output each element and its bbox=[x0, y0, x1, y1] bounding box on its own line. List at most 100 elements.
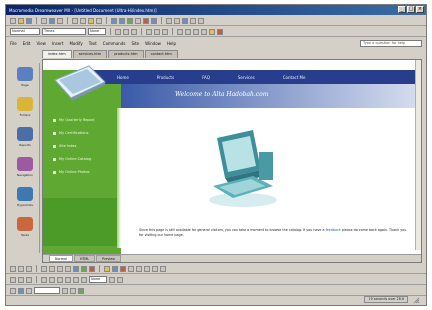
effect-icon[interactable] bbox=[26, 287, 32, 294]
menu-file[interactable]: File bbox=[10, 41, 17, 46]
on-icon[interactable] bbox=[10, 287, 16, 294]
insert-picture-from-file-icon[interactable] bbox=[10, 276, 16, 283]
view-button-folders[interactable]: Folders bbox=[14, 97, 36, 127]
minimize-button[interactable]: _ bbox=[398, 6, 406, 13]
folder-list-icon[interactable] bbox=[182, 17, 188, 24]
restore-icon[interactable] bbox=[109, 276, 115, 283]
clipart-icon[interactable] bbox=[89, 265, 95, 272]
refresh-icon[interactable] bbox=[166, 17, 172, 24]
font-select[interactable]: Times bbox=[42, 28, 86, 35]
view-button-page[interactable]: Page bbox=[14, 67, 36, 97]
site-nav-services[interactable]: Services bbox=[224, 75, 269, 80]
document-scrollbar[interactable] bbox=[415, 60, 421, 250]
site-nav-contact[interactable]: Contact Me bbox=[269, 75, 320, 80]
line-color-icon[interactable] bbox=[112, 265, 118, 272]
settings-icon[interactable] bbox=[62, 287, 68, 294]
menu-window[interactable]: Window bbox=[145, 41, 161, 46]
doc-tab[interactable]: services.htm bbox=[72, 50, 108, 58]
menu-help[interactable]: Help bbox=[167, 41, 176, 46]
close-button[interactable]: × bbox=[416, 6, 424, 13]
view-tab-html[interactable]: HTML bbox=[73, 255, 96, 262]
doc-tab[interactable]: products.htm bbox=[108, 50, 144, 58]
textbox-icon[interactable] bbox=[73, 265, 79, 272]
site-menu-item[interactable]: My Certifications bbox=[53, 129, 94, 137]
menu-text[interactable]: Text bbox=[89, 41, 97, 46]
increase-indent-icon[interactable] bbox=[201, 28, 207, 35]
view-button-tasks[interactable]: Tasks bbox=[14, 217, 36, 247]
fill-color-icon[interactable] bbox=[104, 265, 110, 272]
document-canvas[interactable]: Home Products FAQ Services Contact Me We… bbox=[42, 59, 422, 263]
draw-icon[interactable] bbox=[10, 265, 16, 272]
format-painter-icon[interactable] bbox=[96, 17, 102, 24]
open-icon[interactable] bbox=[18, 17, 24, 24]
bullets-icon[interactable] bbox=[185, 28, 191, 35]
insert-table-icon[interactable] bbox=[135, 17, 141, 24]
feedback-link[interactable]: feedback bbox=[326, 228, 341, 232]
hotspot-icon[interactable] bbox=[117, 276, 123, 283]
maximize-button[interactable]: □ bbox=[407, 6, 415, 13]
size-select[interactable]: None bbox=[88, 28, 106, 35]
flip-icon[interactable] bbox=[57, 276, 63, 283]
wordart-icon[interactable] bbox=[81, 265, 87, 272]
line-style-icon[interactable] bbox=[128, 265, 134, 272]
copy-icon[interactable] bbox=[80, 17, 86, 24]
doc-tab[interactable]: contact.htm bbox=[144, 50, 178, 58]
italic-icon[interactable] bbox=[123, 28, 129, 35]
paste-icon[interactable] bbox=[88, 17, 94, 24]
new-icon[interactable] bbox=[10, 17, 16, 24]
view-button-hyperlinks[interactable]: Hyperlinks bbox=[14, 187, 36, 217]
arrow-icon[interactable] bbox=[49, 265, 55, 272]
text-on-picture-icon[interactable] bbox=[18, 276, 24, 283]
crop-icon[interactable] bbox=[81, 276, 87, 283]
view-button-reports[interactable]: Reports bbox=[14, 127, 36, 157]
site-nav-products[interactable]: Products bbox=[143, 75, 188, 80]
menu-site[interactable]: Site bbox=[131, 41, 139, 46]
redo-icon[interactable] bbox=[119, 17, 125, 24]
show-all-icon[interactable] bbox=[190, 17, 196, 24]
site-menu-item[interactable]: My Online Catalog bbox=[53, 155, 94, 163]
arrow-style-icon[interactable] bbox=[144, 265, 150, 272]
view-tab-preview[interactable]: Preview bbox=[96, 255, 121, 262]
spell-check-icon[interactable] bbox=[57, 17, 63, 24]
decrease-indent-icon[interactable] bbox=[193, 28, 199, 35]
effect-select[interactable] bbox=[34, 287, 60, 294]
less-contrast-icon[interactable] bbox=[73, 276, 79, 283]
zoom-select[interactable]: None bbox=[89, 276, 107, 283]
apply-icon[interactable] bbox=[18, 287, 24, 294]
rectangle-icon[interactable] bbox=[57, 265, 63, 272]
dash-style-icon[interactable] bbox=[136, 265, 142, 272]
site-menu-item[interactable]: Site Index bbox=[53, 142, 94, 150]
oval-icon[interactable] bbox=[65, 265, 71, 272]
cut-icon[interactable] bbox=[72, 17, 78, 24]
print-icon[interactable] bbox=[41, 17, 47, 24]
menu-insert[interactable]: Insert bbox=[52, 41, 63, 46]
undo-icon[interactable] bbox=[111, 17, 117, 24]
autoshapes-icon[interactable] bbox=[26, 265, 32, 272]
style-select[interactable]: Normal bbox=[10, 28, 40, 35]
bold-icon[interactable] bbox=[115, 28, 121, 35]
line-icon[interactable] bbox=[41, 265, 47, 272]
rotate-left-icon[interactable] bbox=[41, 276, 47, 283]
align-left-icon[interactable] bbox=[146, 28, 152, 35]
align-center-icon[interactable] bbox=[154, 28, 160, 35]
resize-grip-icon[interactable] bbox=[412, 296, 420, 304]
preview-icon[interactable] bbox=[49, 17, 55, 24]
stop-icon[interactable] bbox=[174, 17, 180, 24]
doc-tab[interactable]: index.htm bbox=[42, 50, 72, 58]
site-menu-item[interactable]: My Online Photos bbox=[53, 168, 94, 176]
insert-picture-icon[interactable] bbox=[143, 17, 149, 24]
site-menu-item[interactable]: My Quarterly Report bbox=[53, 116, 94, 124]
menu-view[interactable]: View bbox=[36, 41, 46, 46]
menu-commands[interactable]: Commands bbox=[103, 41, 126, 46]
menu-modify[interactable]: Modify bbox=[69, 41, 82, 46]
underline-icon[interactable] bbox=[131, 28, 137, 35]
remove-effect-icon[interactable] bbox=[70, 287, 76, 294]
highlight-effects-icon[interactable] bbox=[78, 287, 84, 294]
3d-icon[interactable] bbox=[160, 265, 166, 272]
numbering-icon[interactable] bbox=[177, 28, 183, 35]
thumbnail-icon[interactable] bbox=[26, 276, 32, 283]
highlight-icon[interactable] bbox=[209, 28, 215, 35]
site-nav-faq[interactable]: FAQ bbox=[188, 75, 224, 80]
more-contrast-icon[interactable] bbox=[65, 276, 71, 283]
help-search-input[interactable]: Type a question for help bbox=[360, 40, 422, 47]
